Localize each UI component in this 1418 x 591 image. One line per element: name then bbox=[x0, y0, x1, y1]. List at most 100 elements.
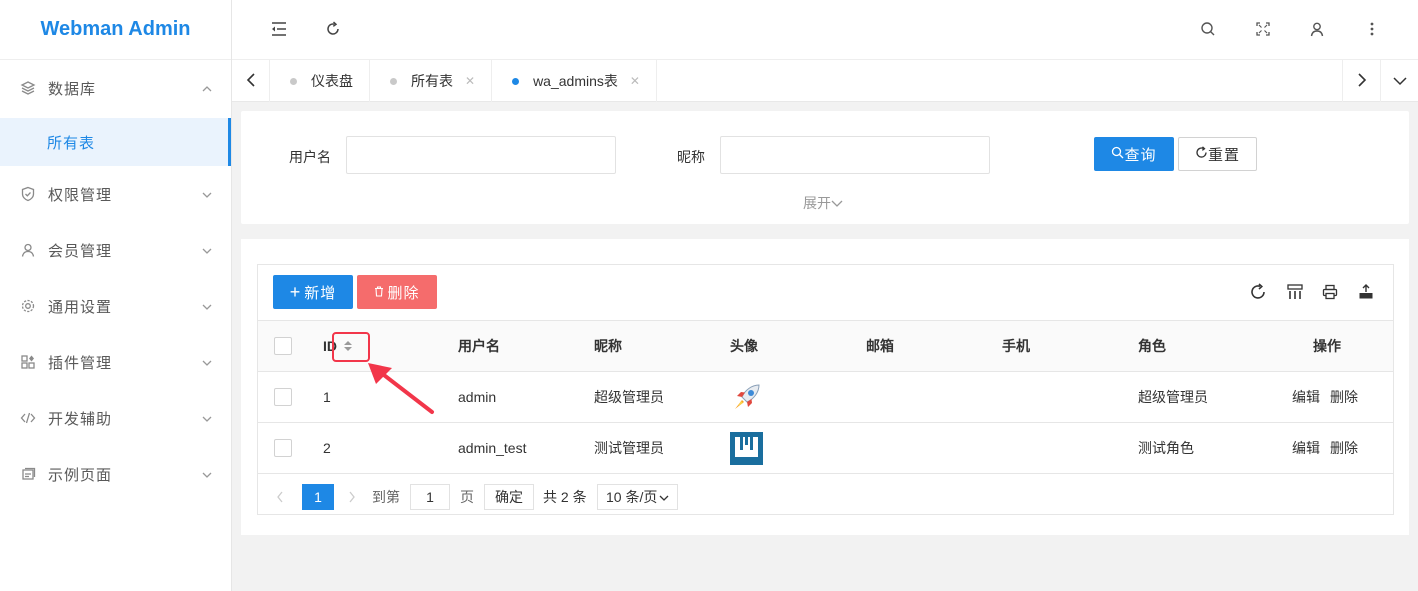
chevron-down-icon bbox=[201, 412, 213, 424]
expand-toggle[interactable]: 展开 bbox=[803, 193, 843, 213]
sidebar-item-plugins[interactable]: 插件管理 bbox=[0, 334, 231, 390]
chevron-up-icon bbox=[201, 82, 213, 94]
close-icon[interactable]: ✕ bbox=[465, 74, 475, 88]
layers-icon bbox=[20, 80, 36, 96]
sidebar-item-label: 数据库 bbox=[48, 80, 97, 98]
tab-status-dot bbox=[512, 77, 520, 85]
gear-icon bbox=[20, 298, 36, 314]
current-page[interactable]: 1 bbox=[302, 484, 334, 510]
close-icon[interactable]: ✕ bbox=[630, 74, 640, 88]
column-header-avatar: 头像 bbox=[730, 338, 758, 354]
sidebar-item-permission[interactable]: 权限管理 bbox=[0, 166, 231, 222]
column-header-email: 邮箱 bbox=[866, 338, 894, 354]
code-icon bbox=[20, 410, 36, 426]
refresh-icon[interactable] bbox=[1248, 282, 1268, 302]
search-icon[interactable] bbox=[1197, 18, 1219, 40]
app-logo[interactable]: Webman Admin bbox=[0, 0, 231, 60]
sidebar-item-label: 插件管理 bbox=[48, 354, 113, 372]
search-form: 用户名 昵称 查询 重置 展开 bbox=[241, 111, 1409, 224]
tab-dashboard[interactable]: 仪表盘 bbox=[270, 60, 370, 102]
sidebar: Webman Admin 数据库 所有表 权限管理 会员管理 通用设置 插件管理… bbox=[0, 0, 232, 591]
more-icon[interactable] bbox=[1361, 18, 1383, 40]
sidebar-item-label: 开发辅助 bbox=[48, 410, 113, 428]
column-header-mobile: 手机 bbox=[1002, 338, 1030, 354]
edit-link[interactable]: 编辑 bbox=[1292, 387, 1320, 407]
delete-link[interactable]: 删除 bbox=[1330, 387, 1358, 407]
sidebar-item-dev-tools[interactable]: 开发辅助 bbox=[0, 390, 231, 446]
goto-confirm-button[interactable]: 确定 bbox=[484, 484, 534, 510]
top-header bbox=[232, 0, 1418, 60]
chevron-down-icon bbox=[201, 300, 213, 312]
query-button[interactable]: 查询 bbox=[1094, 137, 1174, 171]
pagination: 1 到第 1 页 确定 共 2 条 10 条/页 bbox=[258, 474, 1393, 516]
chevron-down-icon bbox=[201, 356, 213, 368]
cell-nickname: 超级管理员 bbox=[594, 389, 664, 405]
menu-fold-icon[interactable] bbox=[268, 18, 290, 40]
chevron-down-icon bbox=[201, 244, 213, 256]
sidebar-item-members[interactable]: 会员管理 bbox=[0, 222, 231, 278]
refresh-icon[interactable] bbox=[322, 18, 344, 40]
goto-page-input[interactable]: 1 bbox=[410, 484, 450, 510]
column-header-nickname: 昵称 bbox=[594, 338, 622, 354]
trash-icon bbox=[374, 284, 384, 301]
export-icon[interactable] bbox=[1356, 282, 1376, 302]
chevron-down-icon bbox=[831, 195, 843, 211]
chevron-down-icon bbox=[201, 188, 213, 200]
goto-suffix: 页 bbox=[460, 489, 474, 505]
cell-role: 测试角色 bbox=[1138, 440, 1194, 456]
sidebar-item-label: 权限管理 bbox=[48, 186, 113, 204]
next-page-button[interactable] bbox=[348, 484, 356, 510]
sidebar-item-label: 通用设置 bbox=[48, 298, 113, 316]
webman-avatar[interactable] bbox=[730, 431, 763, 465]
tab-label: 所有表 bbox=[411, 73, 453, 89]
columns-icon[interactable] bbox=[1285, 282, 1305, 302]
apps-icon bbox=[20, 354, 36, 370]
fullscreen-icon[interactable] bbox=[1252, 18, 1274, 40]
goto-prefix: 到第 bbox=[372, 489, 400, 505]
delete-link[interactable]: 删除 bbox=[1330, 438, 1358, 458]
print-icon[interactable] bbox=[1320, 282, 1340, 302]
cell-role: 超级管理员 bbox=[1138, 389, 1208, 405]
sidebar-item-database[interactable]: 数据库 bbox=[0, 60, 231, 116]
add-button[interactable]: + 新增 bbox=[273, 275, 353, 309]
row-checkbox[interactable] bbox=[274, 388, 292, 406]
prev-page-button[interactable] bbox=[276, 484, 284, 510]
tabs-scroll-left-button[interactable] bbox=[232, 60, 270, 102]
edit-link[interactable]: 编辑 bbox=[1292, 438, 1320, 458]
reset-button[interactable]: 重置 bbox=[1178, 137, 1257, 171]
user-icon[interactable] bbox=[1306, 18, 1328, 40]
highlight-box bbox=[332, 332, 370, 362]
tab-wa-admins[interactable]: wa_admins表 ✕ bbox=[492, 60, 657, 102]
sidebar-item-all-tables[interactable]: 所有表 bbox=[0, 118, 231, 166]
cell-username: admin_test bbox=[458, 440, 527, 456]
row-checkbox[interactable] bbox=[274, 439, 292, 457]
sidebar-item-examples[interactable]: 示例页面 bbox=[0, 446, 231, 502]
chevron-left-icon bbox=[246, 72, 256, 90]
sidebar-item-label: 会员管理 bbox=[48, 242, 113, 260]
page-size-select[interactable]: 10 条/页 bbox=[597, 484, 678, 510]
select-all-checkbox[interactable] bbox=[274, 337, 292, 355]
tab-all-tables[interactable]: 所有表 ✕ bbox=[370, 60, 493, 102]
rocket-avatar[interactable] bbox=[730, 380, 764, 414]
annotation-arrow bbox=[368, 363, 434, 414]
table-toolbar: + 新增 删除 bbox=[258, 265, 1393, 321]
chevron-right-icon bbox=[1357, 72, 1367, 90]
nickname-input[interactable] bbox=[720, 136, 990, 174]
table-row: 2 admin_test 测试管理员 测试角色 编辑 删除 bbox=[258, 423, 1393, 474]
sidebar-item-label: 示例页面 bbox=[48, 466, 113, 484]
cell-username: admin bbox=[458, 389, 497, 405]
plus-icon: + bbox=[289, 281, 302, 302]
column-header-username: 用户名 bbox=[458, 338, 500, 354]
total-count: 共 2 条 bbox=[543, 489, 587, 505]
username-input[interactable] bbox=[346, 136, 616, 174]
tabs-menu-button[interactable] bbox=[1380, 60, 1418, 102]
cell-id: 2 bbox=[323, 440, 331, 456]
chevron-down-icon bbox=[659, 489, 669, 505]
sidebar-item-settings[interactable]: 通用设置 bbox=[0, 278, 231, 334]
cell-id: 1 bbox=[323, 389, 331, 405]
page-icon bbox=[20, 466, 36, 482]
page-tabs: 仪表盘 所有表 ✕ wa_admins表 ✕ bbox=[232, 60, 1418, 102]
column-header-actions: 操作 bbox=[1313, 338, 1341, 354]
delete-button[interactable]: 删除 bbox=[357, 275, 437, 309]
tabs-scroll-right-button[interactable] bbox=[1342, 60, 1380, 102]
